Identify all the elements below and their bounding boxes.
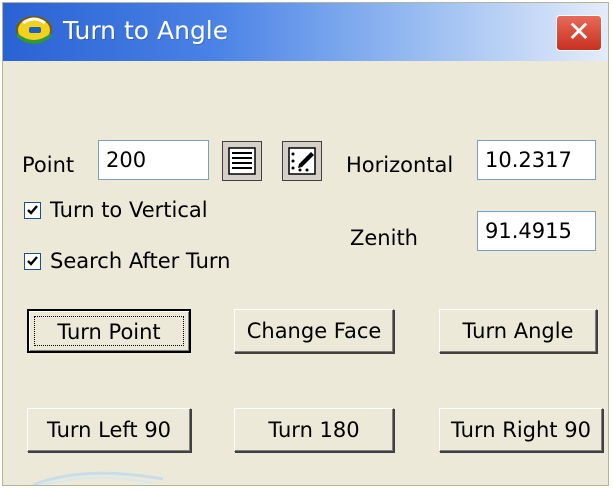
horizontal-input[interactable]: 10.2317 [477, 140, 596, 180]
title-bar: Turn to Angle ✕ [3, 3, 608, 61]
turn-180-button[interactable]: Turn 180 [234, 408, 394, 452]
turn-right-90-button[interactable]: Turn Right 90 [439, 408, 603, 452]
turn-to-vertical-label: Turn to Vertical [50, 198, 208, 222]
surveyor-hardhat-icon [16, 16, 52, 44]
checkmark-icon [27, 256, 38, 266]
zenith-input[interactable]: 91.4915 [477, 211, 596, 251]
turn-to-vertical-checkbox[interactable] [24, 202, 41, 219]
horizontal-label: Horizontal [346, 153, 454, 177]
zenith-label: Zenith [350, 226, 418, 250]
point-map-button[interactable] [282, 141, 322, 181]
point-label: Point [22, 153, 75, 177]
turn-angle-button[interactable]: Turn Angle [439, 309, 597, 353]
turn-to-angle-dialog: Turn to Angle ✕ Point 200 Horizontal 10.… [2, 2, 609, 486]
change-face-button[interactable]: Change Face [234, 309, 394, 353]
close-button[interactable]: ✕ [556, 15, 602, 51]
window-title: Turn to Angle [63, 16, 229, 45]
list-icon [228, 147, 256, 175]
search-after-turn-label: Search After Turn [50, 249, 231, 273]
background-swoosh [32, 471, 164, 485]
turn-point-label: Turn Point [34, 316, 184, 346]
point-list-button[interactable] [222, 141, 262, 181]
turn-left-90-button[interactable]: Turn Left 90 [27, 408, 191, 452]
search-after-turn-checkbox[interactable] [24, 253, 41, 270]
map-select-icon [288, 147, 316, 175]
checkmark-icon [27, 205, 38, 215]
point-input[interactable]: 200 [98, 140, 209, 180]
turn-point-button[interactable]: Turn Point [27, 309, 191, 353]
